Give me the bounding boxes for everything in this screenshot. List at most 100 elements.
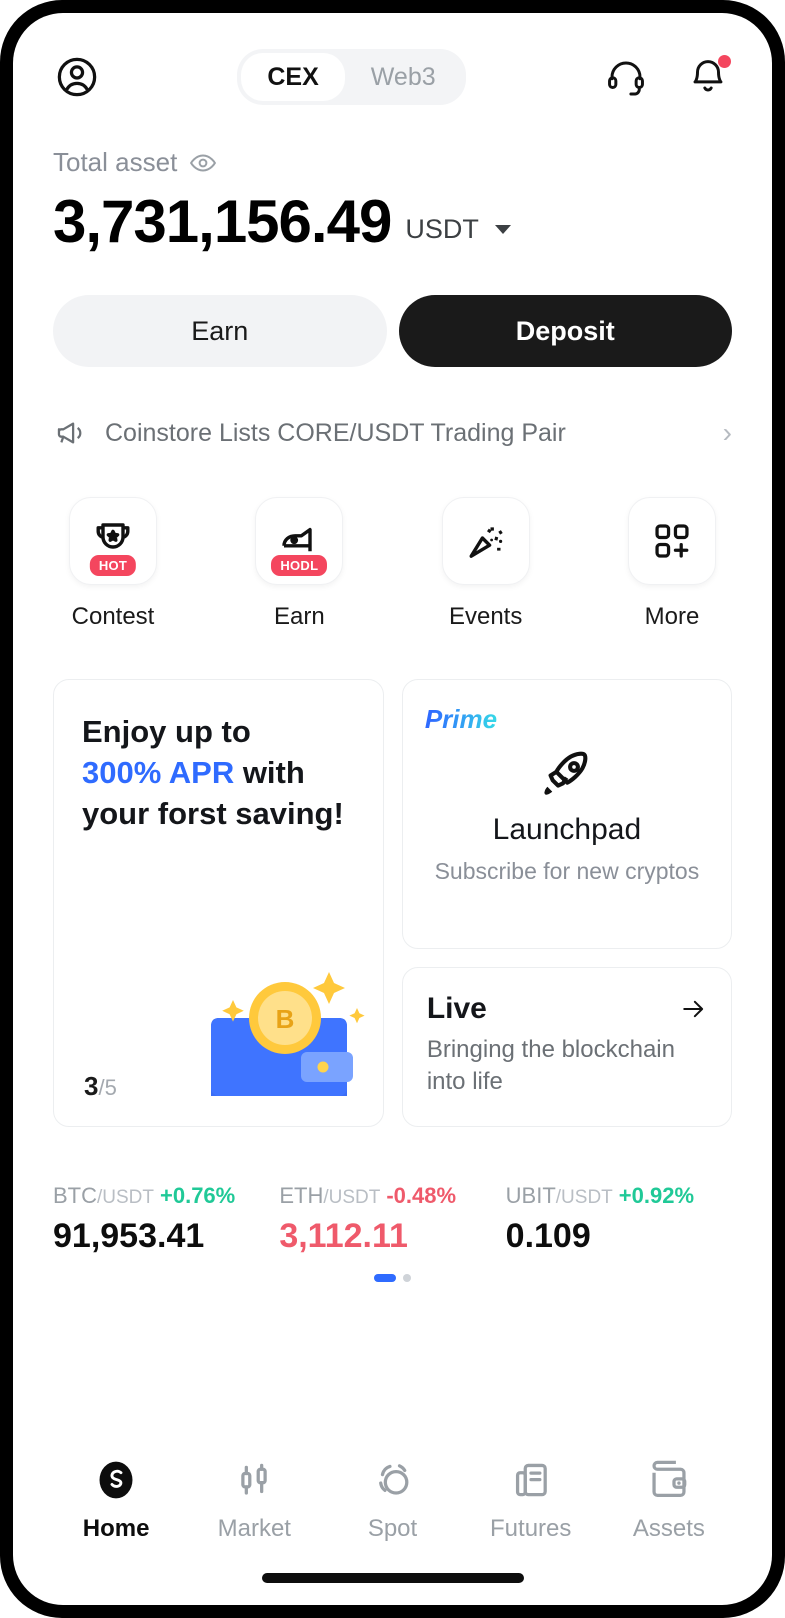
quick-action-earn[interactable]: HODL Earn xyxy=(239,497,359,631)
quick-action-contest[interactable]: HOT Contest xyxy=(53,497,173,631)
ticker-pair: ETH/USDT -0.48% xyxy=(279,1183,505,1209)
home-logo-icon xyxy=(99,1461,133,1499)
promo-carousel-counter: 3/5 xyxy=(84,1071,117,1102)
nav-item-spot[interactable]: Spot xyxy=(323,1457,461,1543)
cex-web3-toggle[interactable]: CEX Web3 xyxy=(237,49,466,105)
ticker-pair: BTC/USDT +0.76% xyxy=(53,1183,279,1209)
pagination-dot-active[interactable] xyxy=(374,1274,396,1282)
counter-current: 3 xyxy=(84,1071,99,1101)
launchpad-title: Launchpad xyxy=(492,813,642,846)
savings-promo-card[interactable]: Enjoy up to 300% APR with your forst sav… xyxy=(53,679,384,1127)
quick-action-more[interactable]: More xyxy=(612,497,732,631)
ticker-change: -0.48% xyxy=(386,1183,457,1208)
chevron-down-icon[interactable] xyxy=(494,225,511,234)
launchpad-subtitle: Subscribe for new cryptos xyxy=(434,858,700,884)
nav-label: Assets xyxy=(632,1515,705,1542)
nav-item-futures[interactable]: Futures xyxy=(462,1457,600,1543)
nav-label: Home xyxy=(82,1515,150,1542)
quick-action-label: Earn xyxy=(273,603,325,630)
contest-badge: HOT xyxy=(89,555,137,576)
savings-promo-text: Enjoy up to 300% APR with your forst sav… xyxy=(82,712,355,835)
support-button[interactable] xyxy=(602,53,650,101)
futures-document-icon xyxy=(515,1463,547,1497)
quick-action-events[interactable]: Events xyxy=(426,497,546,631)
quick-action-label: More xyxy=(644,603,700,630)
deposit-button[interactable]: Deposit xyxy=(398,295,732,367)
svg-text:B: B xyxy=(275,1004,294,1034)
ticker-ubit[interactable]: UBIT/USDT +0.92% 0.109 xyxy=(506,1183,732,1256)
party-popper-icon xyxy=(469,527,503,558)
earn-badge: HODL xyxy=(271,555,328,576)
nav-item-market[interactable]: Market xyxy=(185,1457,323,1543)
quick-action-label: Contest xyxy=(71,603,155,630)
promo-section: Enjoy up to 300% APR with your forst sav… xyxy=(53,679,732,1127)
savings-line1: Enjoy up to xyxy=(82,714,251,749)
bottom-navigation: Home Market Spot Futures Assets xyxy=(13,1457,772,1543)
chevron-right-icon[interactable]: › xyxy=(723,417,732,449)
nav-item-assets[interactable]: Assets xyxy=(600,1457,738,1543)
tab-cex[interactable]: CEX xyxy=(241,53,345,101)
announcement-bar[interactable]: Coinstore Lists CORE/USDT Trading Pair › xyxy=(53,409,732,457)
ticker-eth[interactable]: ETH/USDT -0.48% 3,112.11 xyxy=(279,1183,505,1256)
ticker-base: ETH xyxy=(279,1183,324,1208)
ticker-quote: /USDT xyxy=(97,1187,154,1208)
headset-icon xyxy=(608,61,644,96)
ticker-list: BTC/USDT +0.76% 91,953.41 ETH/USDT -0.48% … xyxy=(53,1183,732,1256)
swap-circles-icon xyxy=(378,1464,408,1495)
phone-frame: CEX Web3 Total asset 3,731,156.49 USDT E… xyxy=(0,0,785,1618)
home-indicator xyxy=(261,1573,524,1583)
contest-tile[interactable]: HOT xyxy=(69,497,157,585)
primary-actions: Earn Deposit xyxy=(53,295,732,367)
events-tile[interactable] xyxy=(441,497,530,585)
notifications-button[interactable] xyxy=(684,53,732,101)
profile-avatar-button[interactable] xyxy=(53,53,101,101)
megaphone-icon xyxy=(57,422,82,444)
tab-web3[interactable]: Web3 xyxy=(345,53,462,101)
pagination-dot[interactable] xyxy=(403,1274,411,1282)
balance-row: 3,731,156.49 USDT xyxy=(53,190,732,253)
ticker-base: BTC xyxy=(53,1183,97,1208)
counter-total: /5 xyxy=(98,1075,117,1100)
ticker-pagination[interactable] xyxy=(53,1274,732,1282)
ticker-quote: /USDT xyxy=(323,1187,381,1208)
app-header: CEX Web3 xyxy=(53,13,732,109)
more-tile[interactable] xyxy=(627,497,716,585)
bitcoin-wallet-illustration: B xyxy=(210,972,365,1096)
ticker-price: 3,112.11 xyxy=(279,1217,408,1255)
balance-amount: 3,731,156.49 xyxy=(53,188,392,255)
total-asset-section: Total asset 3,731,156.49 USDT xyxy=(53,147,732,253)
live-subtitle: Bringing the blockchain into life xyxy=(426,1036,675,1096)
savings-highlight: 300% APR xyxy=(82,754,235,790)
announcement-text: Coinstore Lists CORE/USDT Trading Pair xyxy=(105,418,566,447)
ticker-quote: /USDT xyxy=(555,1187,613,1208)
ticker-btc[interactable]: BTC/USDT +0.76% 91,953.41 xyxy=(53,1183,279,1256)
total-asset-header: Total asset xyxy=(53,147,732,178)
launchpad-card[interactable]: Prime Launchpad Subscribe for new crypto… xyxy=(401,679,732,949)
ticker-base: UBIT xyxy=(505,1183,556,1208)
app-screen: CEX Web3 Total asset 3,731,156.49 USDT E… xyxy=(13,13,772,1605)
nav-item-home[interactable]: Home xyxy=(47,1457,185,1543)
arrow-right-icon[interactable] xyxy=(679,995,707,1023)
balance-currency[interactable]: USDT xyxy=(405,214,479,253)
ticker-pair: UBIT/USDT +0.92% xyxy=(506,1183,732,1209)
ticker-change: +0.92% xyxy=(618,1183,695,1208)
candlestick-icon xyxy=(241,1463,268,1495)
nav-label: Spot xyxy=(367,1515,418,1542)
live-title: Live xyxy=(426,992,487,1025)
rocket-icon xyxy=(544,751,588,795)
user-circle-icon xyxy=(57,57,97,97)
wallet-icon xyxy=(652,1460,687,1497)
live-card[interactable]: Live Bringing the blockchain into life xyxy=(401,967,732,1127)
total-asset-label: Total asset xyxy=(53,147,178,177)
earn-tile[interactable]: HODL xyxy=(255,497,344,585)
savings-line2-rest: with xyxy=(234,754,305,790)
prime-tag: Prime xyxy=(424,704,498,734)
earn-button[interactable]: Earn xyxy=(53,295,387,367)
notification-dot xyxy=(717,55,731,68)
ticker-change: +0.76% xyxy=(160,1183,236,1208)
grid-plus-icon xyxy=(655,524,689,558)
savings-line3: your forst saving! xyxy=(82,795,344,831)
nav-label: Futures xyxy=(490,1515,572,1542)
eye-icon[interactable] xyxy=(189,149,217,177)
quick-actions: HOT Contest HODL Earn Events More xyxy=(53,497,732,631)
